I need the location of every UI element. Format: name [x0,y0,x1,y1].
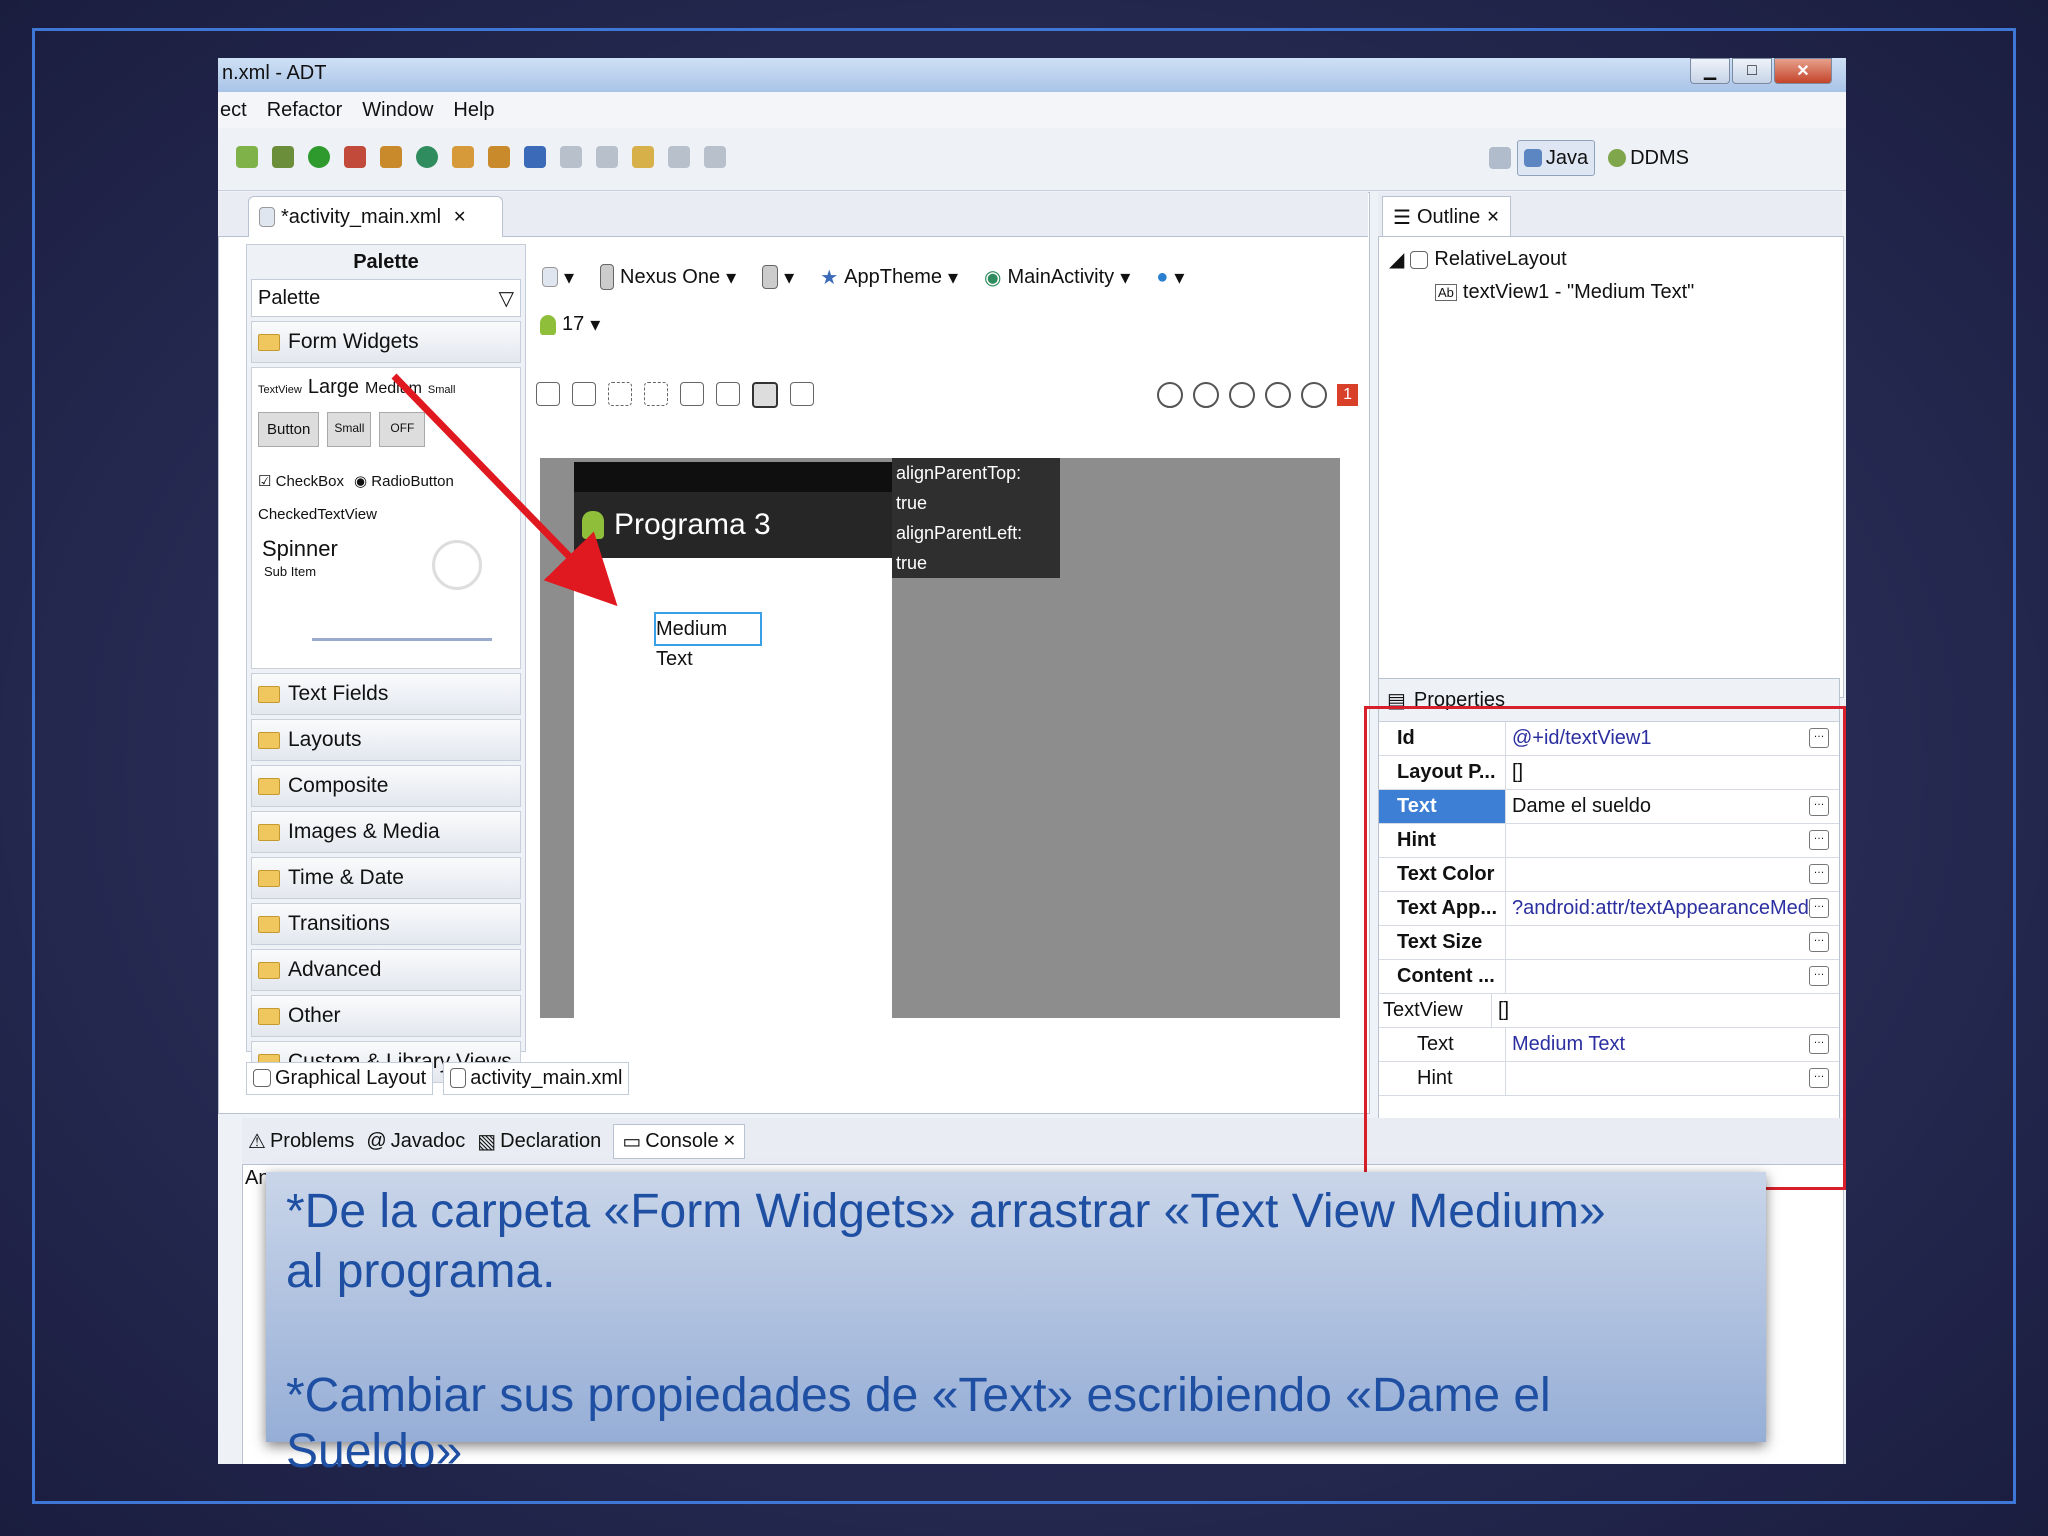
drag-arrow [391,373,618,607]
caption-line: Sueldo» [286,1425,463,1478]
caption-line: *Cambiar sus propiedades de «Text» escri… [286,1369,1551,1422]
instruction-caption: *De la carpeta «Form Widgets» arrastrar … [266,1172,1766,1478]
caption-line: *De la carpeta «Form Widgets» arrastrar … [286,1185,1606,1238]
caption-line: al programa. [286,1245,556,1298]
